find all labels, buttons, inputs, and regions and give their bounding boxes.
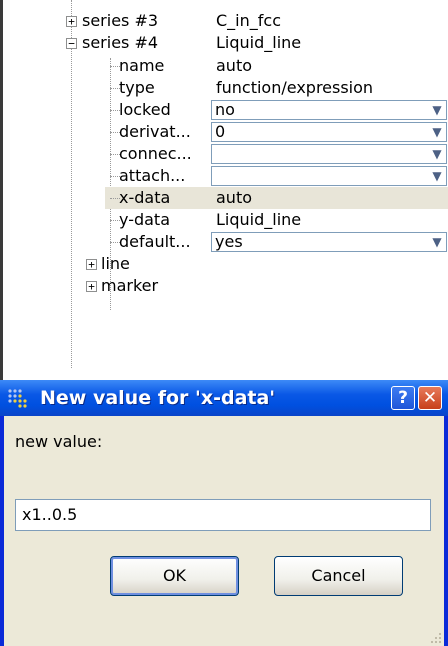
tree-node-marker[interactable]: + marker [0, 275, 448, 297]
new-value-input[interactable]: x1..0.5 [15, 499, 431, 531]
property-row-x-data[interactable]: x-data auto [0, 187, 448, 209]
property-label: default... [119, 232, 191, 251]
property-value: auto [216, 188, 253, 207]
tree-node-series-3[interactable]: + series #3 C_in_fcc [0, 10, 448, 32]
dropdown-value: 0 [215, 122, 226, 141]
chevron-down-icon[interactable]: ▼ [429, 124, 445, 140]
chevron-down-icon[interactable]: ▼ [429, 234, 445, 250]
help-button[interactable]: ? [391, 386, 415, 410]
resize-grip-icon[interactable] [428, 630, 442, 644]
dialog-title: New value for 'x-data' [40, 387, 276, 409]
tree-node-label: marker [101, 276, 159, 295]
tree-node-series-4[interactable]: − series #4 Liquid_line [0, 32, 448, 54]
dropdown-value: no [215, 100, 235, 119]
expand-icon[interactable]: + [86, 281, 97, 292]
collapse-icon[interactable]: − [66, 38, 77, 49]
prompt-label: new value: [15, 432, 103, 451]
tree-node-line[interactable]: + line [0, 253, 448, 275]
tree-node-value: Liquid_line [216, 33, 302, 52]
property-label: name [119, 56, 165, 75]
chevron-down-icon[interactable]: ▼ [429, 146, 445, 162]
dialog-titlebar[interactable]: New value for 'x-data' ? ✕ [0, 380, 448, 416]
tree-node-value: C_in_fcc [216, 11, 281, 30]
derivative-dropdown[interactable]: 0 ▼ [211, 122, 447, 142]
close-button[interactable]: ✕ [418, 386, 442, 410]
property-row-name[interactable]: name auto [0, 55, 448, 77]
chevron-down-icon[interactable]: ▼ [429, 102, 445, 118]
attach-dropdown[interactable]: ▼ [211, 166, 447, 186]
property-row-y-data[interactable]: y-data Liquid_line [0, 209, 448, 231]
dropdown-value: yes [215, 232, 243, 251]
expand-icon[interactable]: + [86, 259, 97, 270]
chevron-down-icon[interactable]: ▼ [429, 168, 445, 184]
app-icon [8, 389, 27, 408]
dialog-body: new value: x1..0.5 OK Cancel [4, 416, 444, 646]
tree-node-label: line [101, 254, 130, 273]
expand-icon[interactable]: + [66, 16, 77, 27]
property-label: attach... [119, 166, 186, 185]
locked-dropdown[interactable]: no ▼ [211, 100, 447, 120]
property-label: derivat... [119, 122, 191, 141]
property-label: connec... [119, 144, 192, 163]
default-dropdown[interactable]: yes ▼ [211, 232, 447, 252]
property-label: locked [119, 100, 171, 119]
property-label: type [119, 78, 155, 97]
property-tree: + series #3 C_in_fcc − series #4 Liquid_… [0, 0, 448, 380]
property-label: x-data [119, 188, 171, 207]
property-row-type[interactable]: type function/expression [0, 77, 448, 99]
cancel-button[interactable]: Cancel [274, 556, 403, 596]
property-value: auto [216, 56, 253, 75]
property-value: Liquid_line [216, 210, 302, 229]
connect-dropdown[interactable]: ▼ [211, 144, 447, 164]
new-value-dialog: New value for 'x-data' ? ✕ new value: x1… [0, 380, 448, 646]
property-label: y-data [119, 210, 170, 229]
tree-node-label: series #4 [82, 33, 159, 52]
property-value: function/expression [216, 78, 374, 97]
tree-node-label: series #3 [82, 11, 159, 30]
ok-button[interactable]: OK [110, 556, 239, 596]
